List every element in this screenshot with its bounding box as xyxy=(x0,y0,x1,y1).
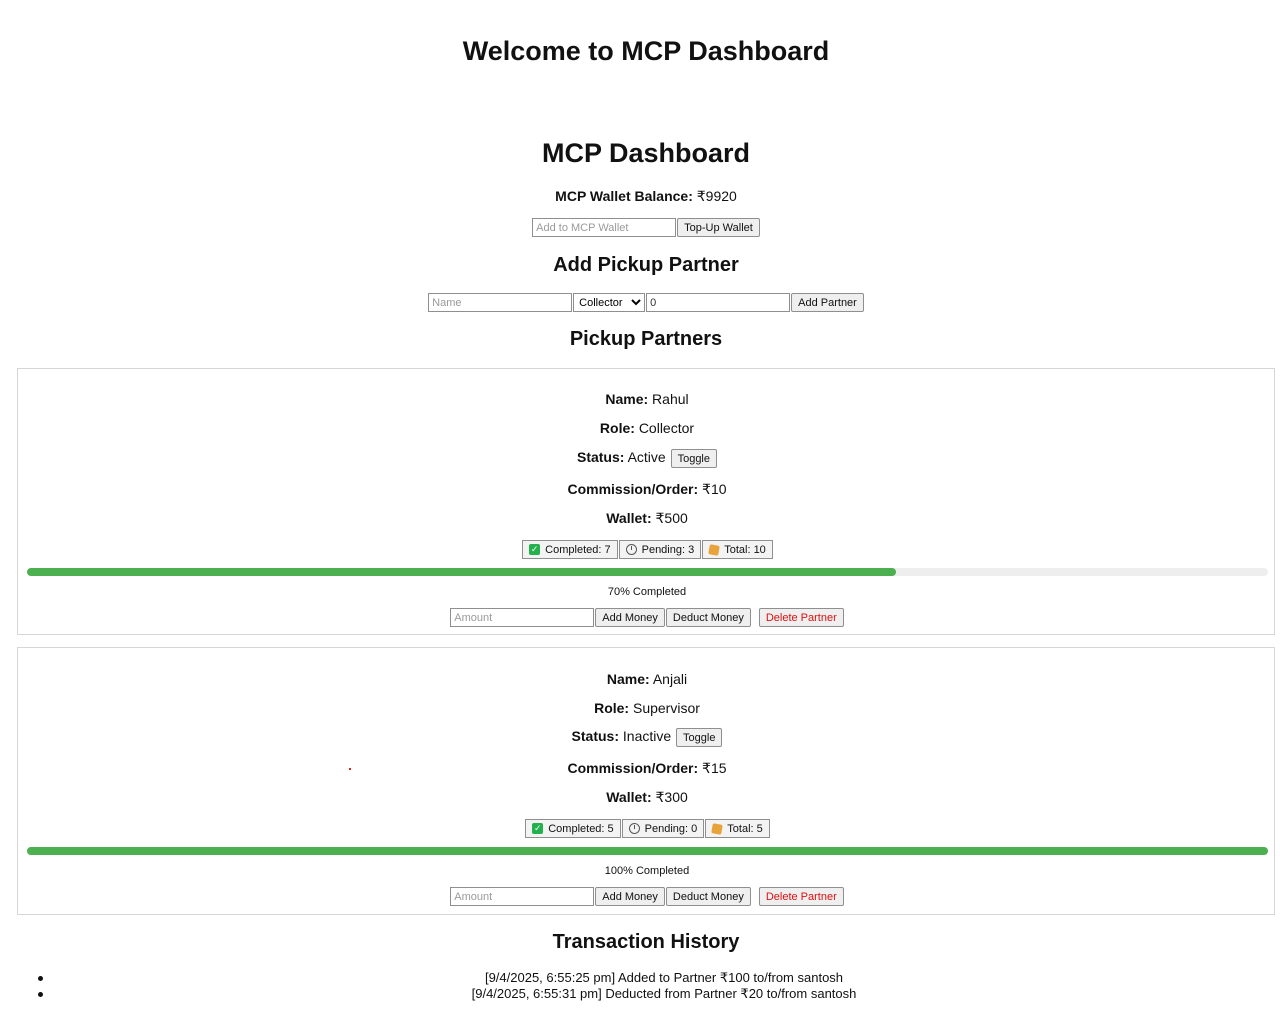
transactions-heading: Transaction History xyxy=(552,931,740,953)
clock-icon xyxy=(625,544,637,555)
name-value: Rahul xyxy=(652,391,689,407)
partner-card: Name: Rahul Role: Collector Status: Acti… xyxy=(17,368,1275,635)
page-title: MCP Dashboard xyxy=(541,138,751,168)
check-icon: ✓ xyxy=(532,823,544,834)
order-stats: ✓ Completed: 7 Pending: 3 Total: 10 xyxy=(18,540,1276,559)
progress-track xyxy=(27,847,1268,855)
add-partner-button[interactable]: Add Partner xyxy=(791,293,864,312)
wallet-label: Wallet: xyxy=(606,510,652,526)
partner-actions: Add Money Deduct Money Delete Partner xyxy=(18,608,1276,627)
pending-badge: Pending: 3 xyxy=(618,540,702,559)
partner-wallet: Wallet: ₹500 xyxy=(18,510,1276,527)
partner-role: Role: Supervisor xyxy=(18,700,1276,716)
partner-name: Name: Anjali xyxy=(18,671,1276,687)
package-icon xyxy=(711,822,724,835)
wallet-topup-input[interactable] xyxy=(532,218,677,237)
wallet-value: ₹300 xyxy=(655,789,688,805)
partner-role-select[interactable]: Collector xyxy=(573,293,646,312)
amount-input[interactable] xyxy=(450,608,595,627)
partner-commission: Commission/Order: ₹10 xyxy=(18,481,1276,498)
partner-status: Status: Inactive Toggle xyxy=(18,728,1276,747)
role-label: Role: xyxy=(594,700,630,716)
partner-name: Name: Rahul xyxy=(18,391,1276,407)
clock-icon xyxy=(628,823,640,834)
stray-dot xyxy=(349,768,351,770)
partners-heading: Pickup Partners xyxy=(569,328,723,350)
total-text: Total: 10 xyxy=(724,543,766,556)
add-partner-form: Collector Add Partner xyxy=(0,293,1280,312)
name-label: Name: xyxy=(605,391,649,407)
partner-actions: Add Money Deduct Money Delete Partner xyxy=(18,887,1276,906)
partner-name-input[interactable] xyxy=(428,293,573,312)
deduct-money-button[interactable]: Deduct Money xyxy=(665,608,751,627)
package-icon xyxy=(708,543,721,556)
check-icon: ✓ xyxy=(529,544,541,555)
name-value: Anjali xyxy=(652,671,688,687)
progress-track xyxy=(27,568,1268,576)
deduct-money-button[interactable]: Deduct Money xyxy=(665,887,751,906)
toggle-status-button[interactable]: Toggle xyxy=(670,449,717,468)
name-label: Name: xyxy=(606,671,650,687)
wallet-balance-label: MCP Wallet Balance: xyxy=(555,188,693,204)
add-money-button[interactable]: Add Money xyxy=(595,608,665,627)
status-value: Inactive xyxy=(622,728,672,745)
status-label: Status: xyxy=(571,728,619,745)
completed-badge: ✓ Completed: 5 xyxy=(525,819,621,838)
transaction-item: [9/4/2025, 6:55:31 pm] Deducted from Par… xyxy=(38,986,1280,1002)
commission-label: Commission/Order: xyxy=(567,760,699,776)
toggle-status-button[interactable]: Toggle xyxy=(676,728,723,747)
delete-partner-button[interactable]: Delete Partner xyxy=(758,887,844,906)
completed-text: Completed: 5 xyxy=(548,822,614,835)
progress-text: 100% Completed xyxy=(604,865,690,877)
status-value: Active xyxy=(627,449,666,466)
pending-badge: Pending: 0 xyxy=(621,819,705,838)
add-partner-heading: Add Pickup Partner xyxy=(553,254,739,276)
progress-fill xyxy=(27,568,896,576)
order-stats: ✓ Completed: 5 Pending: 0 Total: 5 xyxy=(18,819,1276,838)
wallet-topup-row: Top-Up Wallet xyxy=(0,218,1280,237)
commission-value: ₹10 xyxy=(702,481,727,497)
role-value: Supervisor xyxy=(632,700,700,716)
pending-text: Pending: 3 xyxy=(641,543,695,556)
partner-wallet: Wallet: ₹300 xyxy=(18,789,1276,806)
role-label: Role: xyxy=(599,420,635,436)
progress-text: 70% Completed xyxy=(607,586,687,598)
commission-label: Commission/Order: xyxy=(567,481,699,497)
wallet-balance: MCP Wallet Balance: ₹9920 xyxy=(0,188,1280,205)
total-badge: Total: 5 xyxy=(705,819,770,838)
delete-partner-button[interactable]: Delete Partner xyxy=(758,608,844,627)
partner-status: Status: Active Toggle xyxy=(18,449,1276,468)
completed-text: Completed: 7 xyxy=(545,543,611,556)
wallet-balance-value: ₹9920 xyxy=(696,188,737,204)
partner-card: Name: Anjali Role: Supervisor Status: In… xyxy=(17,647,1275,915)
add-money-button[interactable]: Add Money xyxy=(595,887,665,906)
amount-input[interactable] xyxy=(450,887,595,906)
role-value: Collector xyxy=(638,420,695,436)
commission-value: ₹15 xyxy=(702,760,727,776)
wallet-label: Wallet: xyxy=(606,789,652,805)
total-badge: Total: 10 xyxy=(702,540,773,559)
partner-role: Role: Collector xyxy=(18,420,1276,436)
pending-text: Pending: 0 xyxy=(644,822,698,835)
total-text: Total: 5 xyxy=(727,822,763,835)
welcome-heading: Welcome to MCP Dashboard xyxy=(462,36,830,66)
transaction-item: [9/4/2025, 6:55:25 pm] Added to Partner … xyxy=(38,970,1280,986)
status-label: Status: xyxy=(576,449,625,466)
completed-badge: ✓ Completed: 7 xyxy=(522,540,618,559)
partner-commission-input[interactable] xyxy=(646,293,791,312)
topup-wallet-button[interactable]: Top-Up Wallet xyxy=(677,218,760,237)
partner-commission: Commission/Order: ₹15 xyxy=(18,760,1276,777)
transaction-list: [9/4/2025, 6:55:25 pm] Added to Partner … xyxy=(38,970,1280,1002)
wallet-value: ₹500 xyxy=(655,510,688,526)
progress-fill xyxy=(27,847,1268,855)
